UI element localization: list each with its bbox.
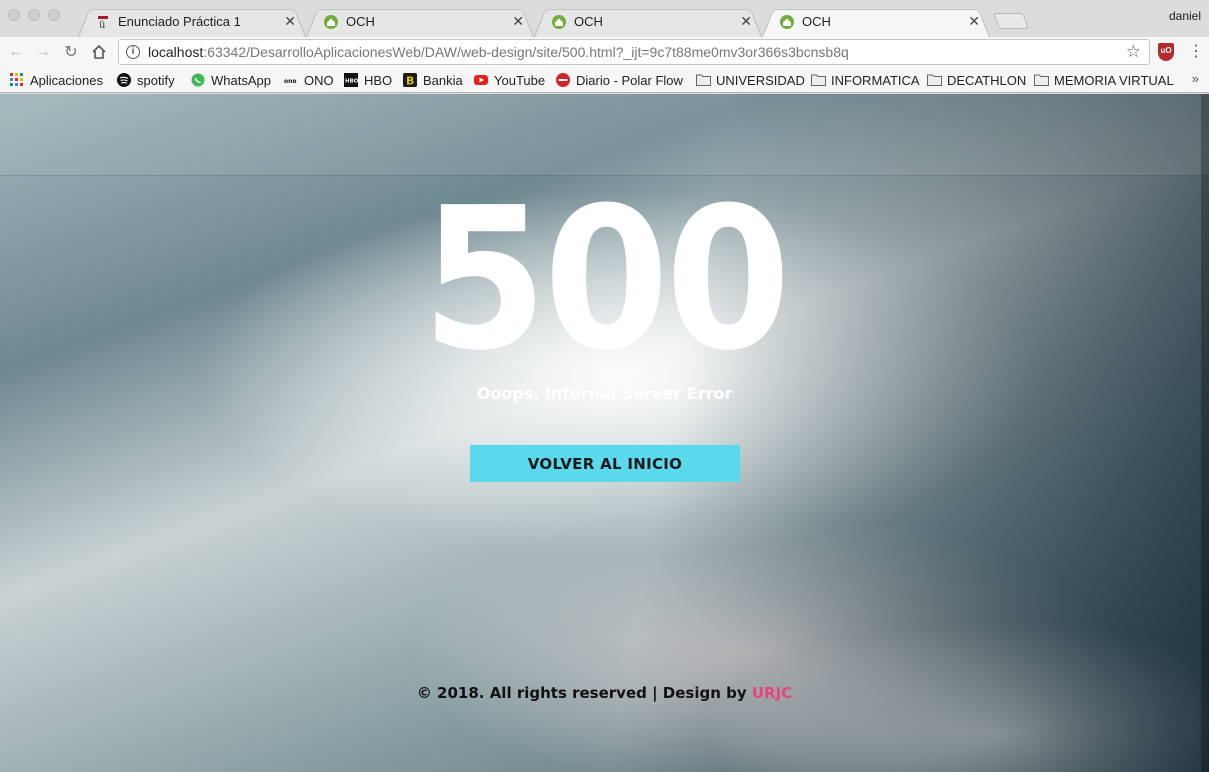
bookmark-polar-flow[interactable]: Diario - Polar Flow [556, 72, 683, 88]
page-scrollbar[interactable] [1201, 94, 1209, 772]
hbo-icon: HBO [344, 73, 359, 87]
browser-toolbar: ← → ↻ i localhost:63342/DesarrolloAplica… [0, 37, 1209, 67]
bookmark-label: ONO [304, 72, 334, 88]
bookmark-label: HBO [364, 72, 393, 88]
svg-text:ü: ü [99, 20, 106, 29]
bookmark-folder-memoria-virtual[interactable]: MEMORIA VIRTUAL [1034, 72, 1174, 88]
bookmark-whatsapp[interactable]: WhatsApp [191, 72, 271, 88]
back-arrow-icon[interactable]: ← [6, 42, 26, 62]
university-icon: ü [96, 15, 110, 29]
close-tab-icon[interactable]: ✕ [740, 13, 752, 30]
ublock-extension-icon[interactable]: uO [1158, 43, 1174, 61]
tab-title: OCH [346, 14, 375, 29]
tab-0[interactable]: ü Enunciado Práctica 1 ✕ [78, 6, 306, 38]
svg-text:ono: ono [284, 78, 297, 85]
minimize-window-button[interactable] [28, 9, 40, 21]
home-icon [780, 14, 794, 29]
tab-title: OCH [574, 14, 603, 29]
bookmark-label: UNIVERSIDAD [716, 72, 805, 88]
folder-icon [927, 73, 942, 87]
close-window-button[interactable] [8, 9, 20, 21]
footer-brand-link[interactable]: URJC [752, 684, 792, 702]
error-page: 500 Ooops, Internal Server Error VOLVER … [0, 94, 1209, 772]
bookmark-hbo[interactable]: HBO HBO [344, 72, 392, 88]
bookmark-label: Diario - Polar Flow [576, 72, 683, 88]
svg-text:HBO: HBO [345, 79, 358, 85]
bookmark-label: MEMORIA VIRTUAL [1054, 72, 1174, 88]
tab-title: Enunciado Práctica 1 [118, 14, 241, 29]
youtube-icon [474, 73, 488, 87]
tab-2[interactable]: OCH ✕ [534, 6, 762, 38]
window-controls [8, 9, 60, 21]
error-code: 500 [421, 166, 791, 394]
bookmark-aplicaciones[interactable]: Aplicaciones [10, 72, 103, 88]
bookmark-youtube[interactable]: YouTube [474, 72, 545, 88]
bookmark-label: DECATHLON [947, 72, 1027, 88]
bookmark-ono[interactable]: ono ONO [284, 72, 334, 88]
forward-arrow-icon[interactable]: → [33, 42, 53, 62]
url-path: :63342/DesarrolloAplicacionesWeb/DAW/web… [203, 44, 849, 60]
bookmark-folder-decathlon[interactable]: DECATHLON [927, 72, 1026, 88]
bookmark-label: YouTube [494, 72, 546, 88]
polar-icon [556, 73, 570, 87]
ono-icon: ono [284, 73, 298, 87]
home-icon [324, 14, 338, 29]
tab-1[interactable]: OCH ✕ [306, 6, 534, 38]
bookmark-label: spotify [137, 72, 175, 88]
close-tab-icon[interactable]: ✕ [968, 13, 980, 30]
folder-icon [811, 73, 826, 87]
bookmark-spotify[interactable]: spotify [117, 72, 175, 88]
new-tab-button[interactable] [993, 13, 1029, 29]
close-tab-icon[interactable]: ✕ [284, 13, 296, 30]
page-header [0, 94, 1209, 176]
bookmark-label: Bankia [423, 72, 463, 88]
tab-strip: ü Enunciado Práctica 1 ✕ OCH ✕ OCH ✕ OCH… [0, 0, 1209, 38]
bookmark-folder-universidad[interactable]: UNIVERSIDAD [696, 72, 805, 88]
bookmark-label: Aplicaciones [30, 72, 103, 88]
bookmark-label: WhatsApp [211, 72, 271, 88]
apps-grid-icon [10, 73, 24, 87]
bookmark-label: INFORMATICA [831, 72, 920, 88]
bookmark-star-icon[interactable]: ☆ [1126, 42, 1141, 62]
close-tab-icon[interactable]: ✕ [512, 13, 524, 30]
maximize-window-button[interactable] [48, 9, 60, 21]
svg-text:B: B [406, 75, 414, 88]
site-info-icon[interactable]: i [126, 45, 140, 59]
folder-icon [696, 73, 711, 87]
url-host: localhost [148, 44, 204, 60]
back-to-home-button[interactable]: VOLVER AL INICIO [470, 445, 740, 482]
copyright-text: © 2018. All rights reserved | Design by [416, 684, 752, 702]
bookmarks-bar: Aplicaciones spotify WhatsApp ono ONO HB… [0, 67, 1209, 93]
whatsapp-icon [191, 73, 205, 87]
tab-title: OCH [802, 14, 831, 29]
bankia-icon: B [403, 73, 417, 88]
browser-menu-icon[interactable]: ⋮ [1188, 42, 1204, 62]
tab-3[interactable]: OCH ✕ [762, 6, 990, 38]
footer-text: © 2018. All rights reserved | Design by … [0, 684, 1209, 702]
spotify-icon [117, 73, 131, 87]
reload-icon[interactable]: ↻ [61, 42, 81, 62]
bookmark-bankia[interactable]: B Bankia [403, 72, 463, 88]
error-message: Ooops, Internal Server Error [476, 384, 733, 403]
profile-name[interactable]: daniel [1169, 9, 1201, 23]
address-bar[interactable]: i localhost:63342/DesarrolloAplicaciones… [118, 39, 1150, 65]
home-icon [552, 14, 566, 29]
folder-icon [1034, 73, 1049, 87]
bookmark-folder-informatica[interactable]: INFORMATICA [811, 72, 920, 88]
bookmarks-overflow-icon[interactable]: » [1192, 71, 1199, 86]
home-button-icon[interactable] [89, 42, 109, 62]
